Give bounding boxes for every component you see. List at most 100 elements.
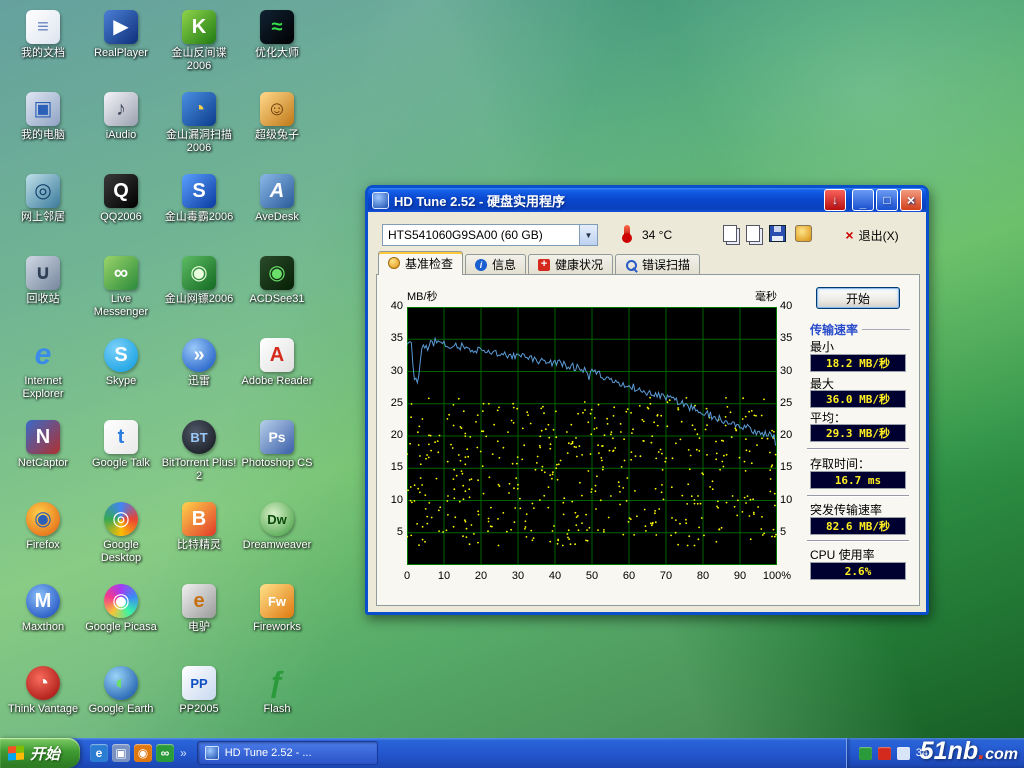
desktop-icon-skype[interactable]: SSkype	[82, 334, 160, 416]
google-talk-icon: t	[104, 420, 138, 454]
copy-image-icon[interactable]	[746, 225, 760, 242]
desktop-icon-label: Google Earth	[89, 703, 154, 716]
titlebar[interactable]: HD Tune 2.52 - 硬盘实用程序 ↓ _ □ ×	[368, 188, 926, 212]
temperature-label: 34 °C	[642, 228, 672, 242]
think-vantage-icon: ◔	[26, 666, 60, 700]
super-rabbit-icon: ☺	[260, 92, 294, 126]
tab-error-scan[interactable]: 错误扫描	[615, 254, 700, 275]
desktop-icon-kingsoft-duba-2006[interactable]: S金山毒霸2006	[160, 170, 238, 252]
options-icon[interactable]	[795, 225, 812, 242]
desktop-icon-netcaptor[interactable]: NNetCaptor	[4, 416, 82, 498]
y-axis-tick-left: 15	[379, 461, 403, 473]
desktop-icon-bittorrent-plus-2[interactable]: BTBitTorrent Plus! 2	[160, 416, 238, 498]
dropdown-arrow-icon[interactable]: ▼	[579, 225, 597, 245]
desktop-icon-acdsee31[interactable]: ◉ACDSee31	[238, 252, 316, 334]
separator	[807, 495, 909, 497]
minimize-button[interactable]: _	[852, 189, 874, 211]
maximize-button[interactable]: □	[876, 189, 898, 211]
desktop-icon-kingsoft-antispy-2006[interactable]: K金山反间谍2006	[160, 6, 238, 88]
desktop-icon-label: Photoshop CS	[242, 457, 313, 470]
x-axis-tick: 10	[427, 570, 461, 582]
desktop-icon-xunlei[interactable]: »迅雷	[160, 334, 238, 416]
desktop-icon-grid: ≡我的文档▶RealPlayerK金山反间谍2006≈优化大师 ▣ 我的电脑 ♪iAu…	[4, 6, 316, 744]
windows-flag-icon	[8, 745, 24, 760]
quicklaunch-show-desktop-icon[interactable]: ▣	[112, 744, 130, 762]
desktop-icon-firefox[interactable]: ◉Firefox	[4, 498, 82, 580]
tab-health[interactable]: 健康状况	[528, 254, 613, 275]
exit-button[interactable]: × 退出(X)	[828, 224, 916, 246]
close-button[interactable]: ×	[900, 189, 922, 211]
desktop-icon-recycle-bin[interactable]: ∪回收站	[4, 252, 82, 334]
tab-info[interactable]: 信息	[465, 254, 526, 275]
realplayer-glyph: ▶	[113, 17, 128, 37]
google-picasa-icon: ◉	[104, 584, 138, 618]
desktop-icon-iaudio[interactable]: ♪iAudio	[82, 88, 160, 170]
quicklaunch-overflow-icon[interactable]: »	[180, 746, 187, 760]
desktop-icon-bitspirit[interactable]: B比特精灵	[160, 498, 238, 580]
desktop-icon-google-desktop[interactable]: ◎Google Desktop	[82, 498, 160, 580]
desktop-icon-kingsoft-vulnscan-2006[interactable]: ◔金山漏洞扫描2006	[160, 88, 238, 170]
tray-alert-icon[interactable]	[878, 747, 891, 760]
desktop-icon-my-documents[interactable]: ≡我的文档	[4, 6, 82, 88]
live-messenger-icon: ∞	[104, 256, 138, 290]
hdtune-window: HD Tune 2.52 - 硬盘实用程序 ↓ _ □ × HTS541060G…	[365, 185, 929, 615]
desktop-icon-dreamweaver[interactable]: DwDreamweaver	[238, 498, 316, 580]
benchmark-tab-icon	[388, 257, 400, 269]
desktop-icon-maxthon[interactable]: MMaxthon	[4, 580, 82, 662]
desktop-icon-super-rabbit[interactable]: ☺超级兔子	[238, 88, 316, 170]
desktop-icon-think-vantage[interactable]: ◔Think Vantage	[4, 662, 82, 744]
taskbar: 开始 e▣◉∞» HD Tune 2.52 - ... 34	[0, 738, 1024, 768]
desktop-icon-google-picasa[interactable]: ◉Google Picasa	[82, 580, 160, 662]
desktop-icon-realplayer[interactable]: ▶RealPlayer	[82, 6, 160, 88]
copy-text-icon[interactable]	[723, 225, 737, 242]
desktop-icon-youhua-dashi[interactable]: ≈优化大师	[238, 6, 316, 88]
download-arrow-button[interactable]: ↓	[824, 189, 846, 211]
quicklaunch-messenger-icon[interactable]: ∞	[156, 744, 174, 762]
desktop-icon-qq2006[interactable]: QQQ2006	[82, 170, 160, 252]
desktop-icon-my-computer[interactable]: ▣ 我的电脑	[4, 88, 82, 170]
youhua-dashi-glyph: ≈	[272, 17, 283, 37]
desktop-icon-pp2005[interactable]: PPPP2005	[160, 662, 238, 744]
firefox-glyph: ◉	[34, 509, 51, 529]
photoshop-cs-icon: Ps	[260, 420, 294, 454]
google-picasa-glyph: ◉	[112, 591, 129, 611]
desktop-icon-avedesk[interactable]: AAveDesk	[238, 170, 316, 252]
desktop-icon-google-talk[interactable]: tGoogle Talk	[82, 416, 160, 498]
tab-benchmark[interactable]: 基准检查	[378, 251, 463, 275]
kingsoft-vulnscan-2006-icon: ◔	[182, 92, 216, 126]
start-benchmark-button[interactable]: 开始	[816, 287, 900, 309]
adobe-reader-glyph: A	[270, 345, 284, 365]
taskbar-task-hdtune[interactable]: HD Tune 2.52 - ...	[197, 741, 378, 765]
desktop-icon-live-messenger[interactable]: ∞Live Messenger	[82, 252, 160, 334]
desktop-icon-kingsoft-netguard-2006[interactable]: ◉金山网镖2006	[160, 252, 238, 334]
x-axis-tick: 50	[575, 570, 609, 582]
desktop-icon-label: Adobe Reader	[242, 375, 313, 388]
desktop-icon-label: 我的电脑	[21, 129, 65, 142]
desktop-icon-flash[interactable]: ƒFlash	[238, 662, 316, 744]
quicklaunch-media-player-icon[interactable]: ◉	[134, 744, 152, 762]
quicklaunch-internet-explorer-icon[interactable]: e	[90, 744, 108, 762]
desktop-icon-photoshop-cs[interactable]: Ps Photoshop CS	[238, 416, 316, 498]
benchmark-tab-page: MB/秒 毫秒 开始 传输速率 最小 18.2 MB/秒 最大 36.0 MB/…	[376, 274, 920, 606]
iaudio-glyph: ♪	[116, 99, 126, 119]
flash-glyph: ƒ	[269, 668, 286, 698]
desktop-icon-network-places[interactable]: ◎网上邻居	[4, 170, 82, 252]
desktop-icon-internet-explorer[interactable]: eInternet Explorer	[4, 334, 82, 416]
desktop-icon-fireworks[interactable]: FwFireworks	[238, 580, 316, 662]
desktop-icon-label: 金山网镖2006	[165, 293, 233, 306]
my-computer-icon: ▣	[26, 92, 60, 126]
save-icon[interactable]	[769, 225, 786, 242]
tray-volume-icon[interactable]	[897, 747, 910, 760]
x-axis-tick: 60	[612, 570, 646, 582]
dreamweaver-glyph: Dw	[267, 513, 287, 526]
super-rabbit-glyph: ☺	[267, 99, 287, 119]
desktop-icon-emule[interactable]: e电驴	[160, 580, 238, 662]
drive-select-dropdown[interactable]: HTS541060G9SA00 (60 GB) ▼	[382, 224, 598, 246]
desktop-icon-adobe-reader[interactable]: A Adobe Reader	[238, 334, 316, 416]
x-axis-tick: 80	[686, 570, 720, 582]
start-button[interactable]: 开始	[0, 738, 80, 768]
desktop-icon-google-earth[interactable]: ◐Google Earth	[82, 662, 160, 744]
tray-antivirus-icon[interactable]	[859, 747, 872, 760]
network-places-glyph: ◎	[34, 181, 51, 201]
desktop-icon-label: Maxthon	[22, 621, 64, 634]
